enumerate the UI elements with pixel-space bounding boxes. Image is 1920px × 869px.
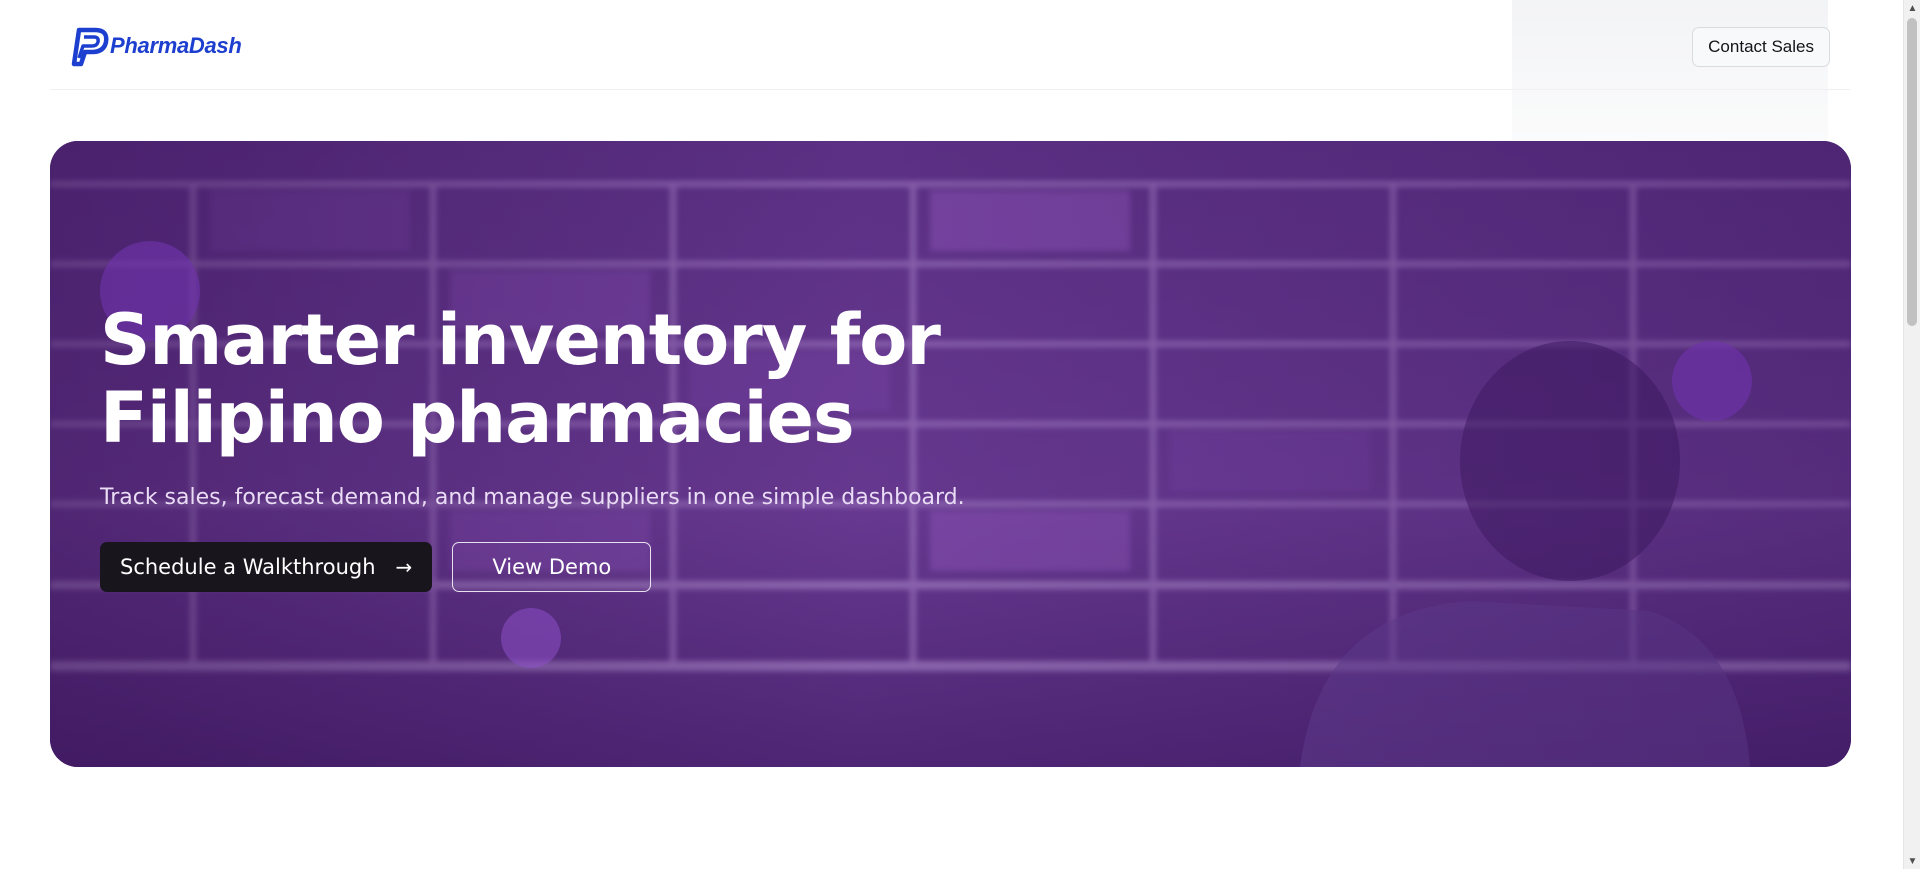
view-demo-button[interactable]: View Demo — [452, 542, 652, 592]
hero-content: Smarter inventory for Filipino pharmacie… — [100, 301, 1200, 592]
hero-subtitle: Track sales, forecast demand, and manage… — [100, 485, 965, 510]
decorative-circle — [1672, 341, 1752, 421]
brand-logo[interactable]: PharmaDash — [70, 21, 242, 69]
hero-title-line-1: Smarter inventory for — [100, 299, 941, 381]
scroll-down-arrow-icon[interactable]: ▼ — [1904, 853, 1920, 869]
hero-section: Smarter inventory for Filipino pharmacie… — [50, 141, 1851, 767]
schedule-walkthrough-label: Schedule a Walkthrough — [120, 555, 376, 579]
scrollbar-thumb[interactable] — [1907, 18, 1917, 326]
schedule-walkthrough-button[interactable]: Schedule a Walkthrough → — [100, 542, 433, 592]
scroll-up-arrow-icon[interactable]: ▲ — [1904, 0, 1920, 16]
contact-sales-button[interactable]: Contact Sales — [1692, 26, 1830, 67]
hero-title-line-2: Filipino pharmacies — [100, 377, 855, 459]
brand-name: PharmaDash — [110, 32, 242, 58]
hero-actions: Schedule a Walkthrough → View Demo — [100, 542, 1200, 592]
hero-title: Smarter inventory for Filipino pharmacie… — [100, 301, 1200, 457]
page-scrollbar[interactable]: ▲ ▼ — [1903, 0, 1920, 869]
arrow-right-icon: → — [395, 555, 413, 579]
site-header: PharmaDash Contact Sales — [50, 0, 1850, 90]
decorative-circle — [501, 608, 561, 668]
